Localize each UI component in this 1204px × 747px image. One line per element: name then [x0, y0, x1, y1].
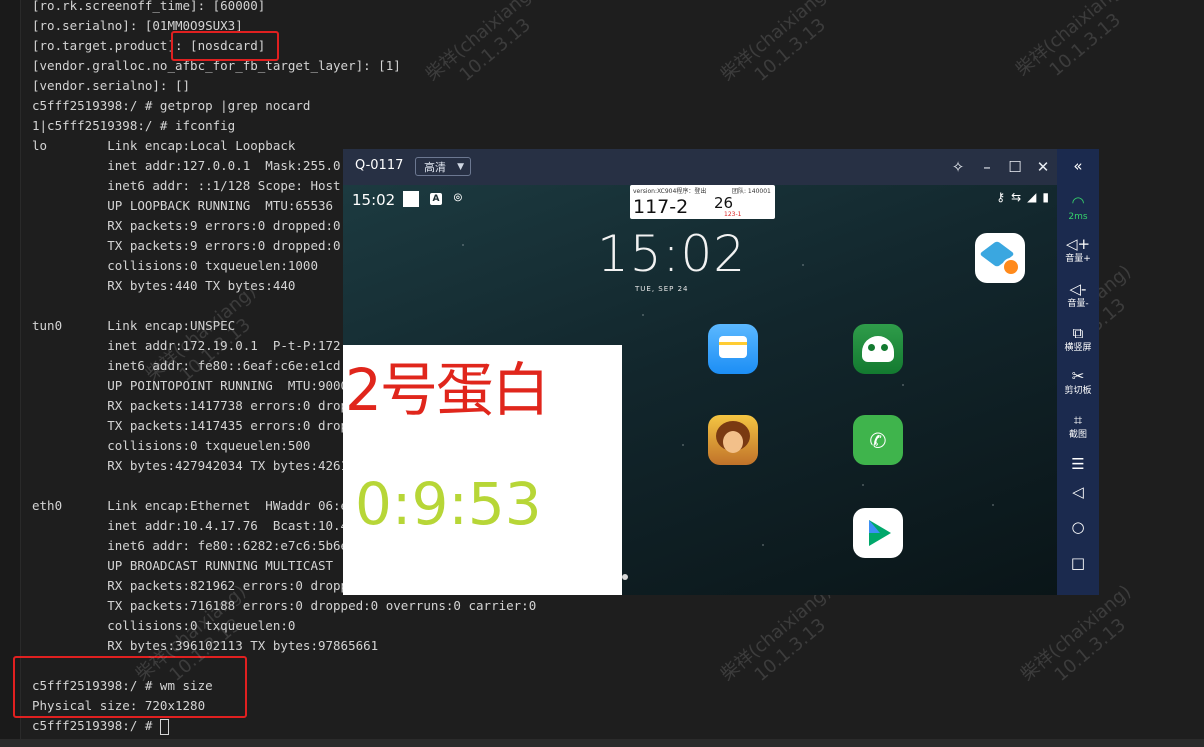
terminal-line: RX bytes:396102113 TX bytes:97865661	[32, 638, 379, 653]
status-bar-time: 15:02	[352, 191, 396, 209]
volume-up-icon: ◁+	[1065, 235, 1091, 253]
rotate-button[interactable]: ⧉ 横竖屏	[1057, 324, 1099, 354]
rotate-icon: ⧉	[1072, 324, 1084, 342]
location-icon: ⌾	[454, 191, 462, 206]
back-icon[interactable]: ◁	[1057, 483, 1099, 501]
battery-icon: ▮	[1042, 190, 1049, 204]
network-latency: ◠ 2ms	[1057, 193, 1099, 223]
volume-up-button[interactable]: ◁+ 音量+	[1057, 235, 1099, 265]
emulator-side-panel: « ◠ 2ms ◁+ 音量+ ◁- 音量- ⧉ 横竖屏 ✂ 剪切板 ⌗ 截图 ☰…	[1057, 149, 1099, 595]
emulator-titlebar[interactable]: Q-0117 高清 ▼ ✧ – ☐ ✕	[343, 149, 1057, 185]
overlay-sub-code: 123-1	[724, 211, 742, 218]
a-icon: A	[430, 193, 442, 205]
clipboard-button[interactable]: ✂ 剪切板	[1057, 367, 1099, 397]
play-store-icon[interactable]	[853, 508, 903, 558]
chevron-down-icon: ▼	[457, 162, 464, 172]
notification-square-icon	[403, 191, 419, 207]
android-app-icon[interactable]	[853, 324, 903, 374]
minimize-icon[interactable]: –	[977, 157, 997, 177]
screenshot-button[interactable]: ⌗ 截图	[1057, 411, 1099, 441]
phone-app-icon[interactable]: ✆	[853, 415, 903, 465]
overlay-number: 26	[714, 194, 734, 212]
pin-icon[interactable]: ✧	[948, 157, 968, 177]
terminal-line: [vendor.serialno]: []	[32, 78, 191, 93]
terminal-line: TX packets:716188 errors:0 dropped:0 ove…	[32, 598, 537, 613]
home-date: TUE, SEP 24	[635, 285, 689, 293]
quality-dropdown[interactable]: 高清 ▼	[415, 157, 471, 176]
bottom-strip	[0, 739, 1204, 747]
overlay-group: 团队: 140001	[732, 188, 771, 195]
page-indicator	[622, 574, 628, 580]
data-arrows-icon: ⇆	[1011, 190, 1022, 204]
terminal-line: 1|c5fff2519398:/ # ifconfig	[32, 118, 236, 133]
status-icons: ⚷ ⇆ ◢ ▮	[990, 190, 1049, 204]
home-icon[interactable]: ○	[1057, 518, 1099, 536]
terminal-line: c5fff2519398:/ # getprop |grep nocard	[32, 98, 311, 113]
collapse-icon[interactable]: «	[1057, 157, 1099, 175]
overlay-main-code: 117-2	[633, 196, 689, 218]
device-screen[interactable]: 15:02 A ⌾ ⚷ ⇆ ◢ ▮ version:XC904程序：登出 团队: 14…	[343, 185, 1057, 595]
box-app-icon[interactable]	[975, 233, 1025, 283]
game-app-icon[interactable]	[708, 415, 758, 465]
emulator-title: Q-0117	[355, 158, 404, 173]
crop-icon: ⌗	[1073, 411, 1083, 429]
editor-gutter	[0, 0, 21, 747]
message-app-icon[interactable]	[708, 324, 758, 374]
highlight-box-wm-size	[13, 656, 247, 718]
terminal-line: [ro.rk.screenoff_time]: [60000]	[32, 0, 266, 13]
terminal-line: collisions:0 txqueuelen:0	[32, 618, 296, 633]
wifi-icon: ◠	[1071, 193, 1085, 211]
highlight-box-product	[171, 31, 279, 61]
home-clock: 15:02	[597, 225, 747, 283]
panel-timer: 0:9:53	[355, 470, 542, 538]
overlay-info-card: version:XC904程序：登出 团队: 140001 117-2 26 1…	[630, 185, 775, 219]
volume-down-icon: ◁-	[1069, 280, 1087, 298]
scissors-icon: ✂	[1071, 367, 1085, 385]
overlay-version: version:XC904程序：登出	[633, 188, 707, 195]
emulator-window[interactable]: Q-0117 高清 ▼ ✧ – ☐ ✕ 15:02 A ⌾ ⚷ ⇆ ◢ ▮ versi…	[343, 149, 1099, 595]
terminal-line: c5fff2519398:/ #	[32, 716, 1192, 736]
signal-icon: ◢	[1027, 190, 1037, 204]
volume-down-button[interactable]: ◁- 音量-	[1057, 280, 1099, 310]
task-panel: 2号蛋白 0:9:53	[343, 345, 622, 595]
recents-icon[interactable]: □	[1057, 554, 1099, 572]
close-icon[interactable]: ✕	[1033, 157, 1053, 177]
panel-title: 2号蛋白	[345, 356, 550, 424]
key-icon: ⚷	[996, 190, 1006, 204]
list-icon[interactable]: ☰	[1057, 455, 1099, 473]
quality-value: 高清	[424, 161, 446, 174]
terminal-cursor	[159, 718, 169, 735]
maximize-icon[interactable]: ☐	[1005, 157, 1025, 177]
